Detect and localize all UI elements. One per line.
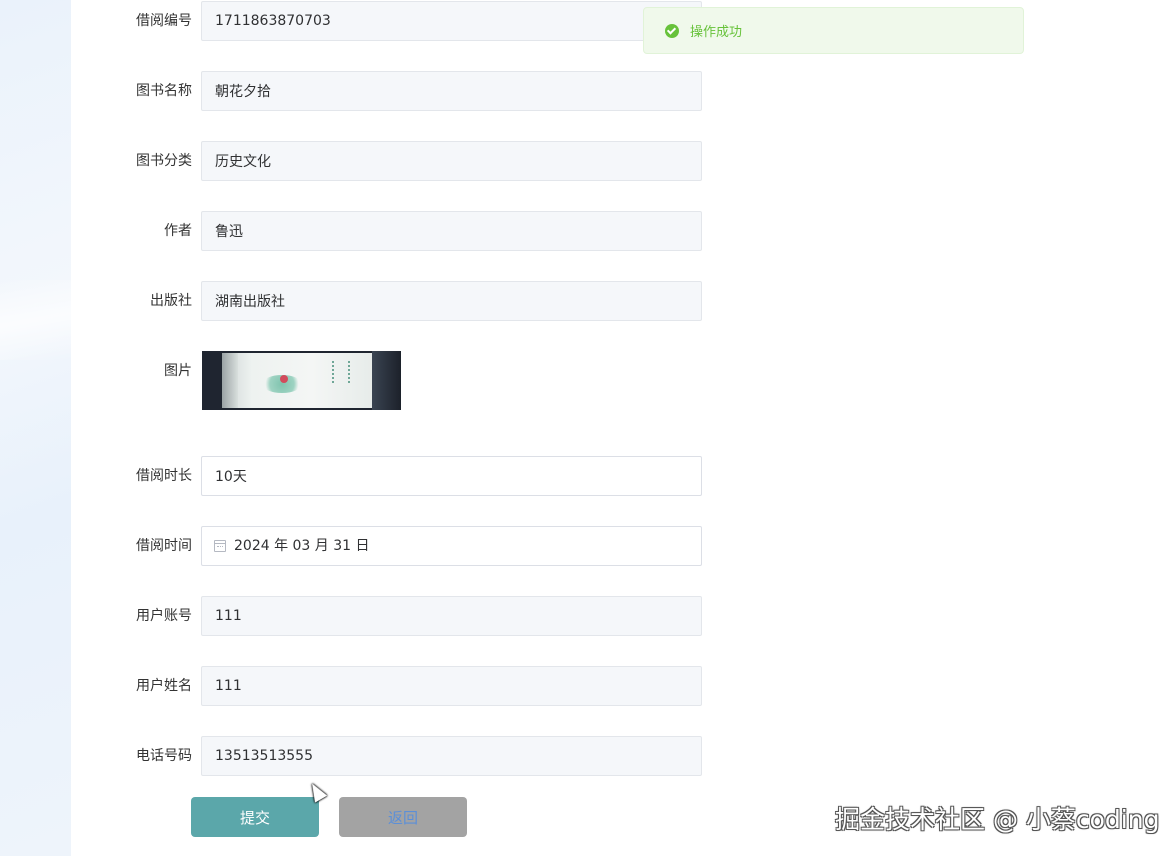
book-name-input[interactable] [201, 71, 702, 111]
publisher-input[interactable] [201, 281, 702, 321]
field-label: 图书名称 [136, 83, 192, 99]
field-label: 借阅时间 [136, 538, 192, 554]
form-row-publisher: 出版社 [0, 281, 710, 321]
form-row-user-account: 用户账号 [0, 596, 710, 636]
calendar-icon [214, 540, 226, 552]
success-check-icon [665, 23, 679, 38]
author-input[interactable] [201, 211, 702, 251]
borrow-duration-input[interactable] [201, 456, 702, 496]
form-row-borrow-number: 借阅编号 [0, 1, 710, 41]
toast-message: 操作成功 [690, 25, 743, 40]
field-label: 借阅时长 [136, 468, 192, 484]
borrow-number-input[interactable] [201, 1, 702, 41]
book-cover-image[interactable] [202, 351, 401, 410]
field-label: 用户姓名 [136, 678, 192, 694]
form-row-user-name: 用户姓名 [0, 666, 710, 706]
cover-art [222, 353, 372, 408]
form-row-borrow-time: 借阅时间 2024 年 03 月 31 日 [0, 526, 710, 566]
field-label: 借阅编号 [136, 13, 192, 29]
form-row-borrow-duration: 借阅时长 [0, 456, 710, 496]
success-toast: 操作成功 [643, 7, 1024, 54]
submit-button[interactable]: 提交 [191, 797, 319, 837]
form-row-book-category: 图书分类 [0, 141, 710, 181]
page: 借阅编号 图书名称 图书分类 作者 出版社 图片 借阅时长 [0, 0, 1175, 856]
field-label: 图书分类 [136, 153, 192, 169]
sidebar-background [0, 0, 71, 856]
date-value: 2024 年 03 月 31 日 [234, 538, 370, 554]
field-label: 出版社 [150, 293, 192, 309]
phone-input[interactable] [201, 736, 702, 776]
field-label: 作者 [164, 223, 192, 239]
watermark: 掘金技术社区 @ 小蔡coding [835, 805, 1160, 834]
field-label: 电话号码 [136, 748, 192, 764]
book-category-input[interactable] [201, 141, 702, 181]
user-name-input[interactable] [201, 666, 702, 706]
field-label: 图片 [164, 363, 192, 379]
borrow-date-picker[interactable]: 2024 年 03 月 31 日 [201, 526, 702, 566]
user-account-input[interactable] [201, 596, 702, 636]
field-label: 用户账号 [136, 608, 192, 624]
form-row-book-name: 图书名称 [0, 71, 710, 111]
form-row-phone: 电话号码 [0, 736, 710, 776]
form-row-author: 作者 [0, 211, 710, 251]
form-row-image: 图片 [0, 351, 710, 411]
back-button[interactable]: 返回 [339, 797, 467, 837]
